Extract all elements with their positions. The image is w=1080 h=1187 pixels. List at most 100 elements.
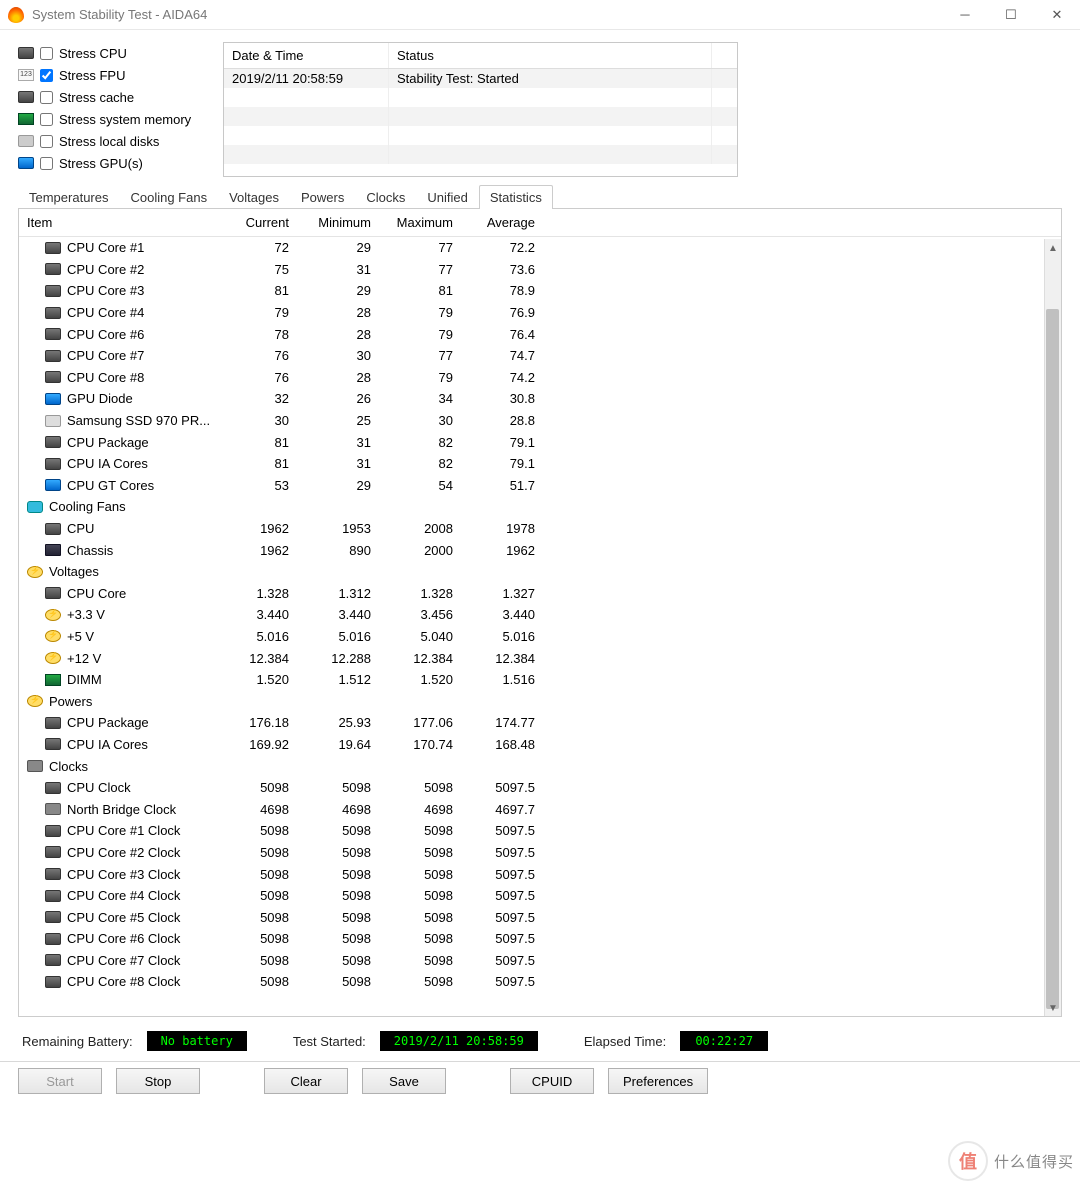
table-row[interactable]: CPU Core #7 Clock 5098 5098 5098 5097.5	[19, 950, 1061, 972]
table-row[interactable]: North Bridge Clock 4698 4698 4698 4697.7	[19, 798, 1061, 820]
row-max: 5098	[379, 888, 461, 903]
table-row[interactable]: CPU Core #2 Clock 5098 5098 5098 5097.5	[19, 842, 1061, 864]
row-min: 31	[297, 456, 379, 471]
row-min: 29	[297, 283, 379, 298]
stop-button[interactable]: Stop	[116, 1068, 200, 1094]
table-row[interactable]: CPU 1962 1953 2008 1978	[19, 518, 1061, 540]
col-avg[interactable]: Average	[461, 209, 543, 236]
row-max: 5098	[379, 974, 461, 989]
stress-option-3[interactable]: Stress system memory	[18, 108, 213, 130]
table-row[interactable]: Chassis 1962 890 2000 1962	[19, 539, 1061, 561]
tab-statistics[interactable]: Statistics	[479, 185, 553, 209]
row-item-label: CPU	[67, 521, 94, 536]
table-row[interactable]: Cooling Fans	[19, 496, 1061, 518]
table-row[interactable]: DIMM 1.520 1.512 1.520 1.516	[19, 669, 1061, 691]
stress-checkbox-4[interactable]	[40, 135, 53, 148]
stress-checkbox-2[interactable]	[40, 91, 53, 104]
table-row[interactable]: CPU GT Cores 53 29 54 51.7	[19, 475, 1061, 497]
log-row[interactable]: 2019/2/11 20:58:59 Stability Test: Start…	[224, 69, 737, 88]
row-item-label: North Bridge Clock	[67, 802, 176, 817]
scrollbar-thumb[interactable]	[1046, 309, 1059, 1009]
row-item: Chassis	[19, 543, 215, 558]
row-item: CPU Core #8 Clock	[19, 974, 215, 989]
row-current: 5098	[215, 888, 297, 903]
preferences-button[interactable]: Preferences	[608, 1068, 708, 1094]
table-row[interactable]: CPU Core 1.328 1.312 1.328 1.327	[19, 583, 1061, 605]
battery-label: Remaining Battery:	[22, 1034, 133, 1049]
tab-voltages[interactable]: Voltages	[218, 185, 290, 209]
app-icon	[8, 7, 24, 23]
table-row[interactable]: Powers	[19, 690, 1061, 712]
table-row[interactable]: CPU Core #4 79 28 79 76.9	[19, 302, 1061, 324]
row-current: 75	[215, 262, 297, 277]
table-row[interactable]: CPU Core #1 Clock 5098 5098 5098 5097.5	[19, 820, 1061, 842]
table-row[interactable]: CPU Core #4 Clock 5098 5098 5098 5097.5	[19, 885, 1061, 907]
row-max: 5098	[379, 953, 461, 968]
stress-option-2[interactable]: Stress cache	[18, 86, 213, 108]
table-row[interactable]: CPU Core #3 Clock 5098 5098 5098 5097.5	[19, 863, 1061, 885]
row-item-label: CPU Core #7 Clock	[67, 953, 180, 968]
row-avg: 74.7	[461, 348, 543, 363]
close-button[interactable]: ✕	[1034, 0, 1080, 30]
row-current: 81	[215, 435, 297, 450]
chip-icon	[45, 717, 61, 729]
table-row[interactable]: CPU Core #8 Clock 5098 5098 5098 5097.5	[19, 971, 1061, 993]
table-row[interactable]: CPU Core #3 81 29 81 78.9	[19, 280, 1061, 302]
scrollbar[interactable]: ▲ ▼	[1044, 239, 1061, 1016]
row-min: 28	[297, 305, 379, 320]
col-max[interactable]: Maximum	[379, 209, 461, 236]
table-row[interactable]: CPU Core #6 Clock 5098 5098 5098 5097.5	[19, 928, 1061, 950]
chip-icon	[45, 954, 61, 966]
save-button[interactable]: Save	[362, 1068, 446, 1094]
col-current[interactable]: Current	[215, 209, 297, 236]
table-row[interactable]: CPU Clock 5098 5098 5098 5097.5	[19, 777, 1061, 799]
tab-clocks[interactable]: Clocks	[355, 185, 416, 209]
tab-unified[interactable]: Unified	[416, 185, 478, 209]
table-row[interactable]: CPU Core #5 Clock 5098 5098 5098 5097.5	[19, 906, 1061, 928]
table-row[interactable]: CPU Core #8 76 28 79 74.2	[19, 367, 1061, 389]
row-item: CPU	[19, 521, 215, 536]
stress-option-0[interactable]: Stress CPU	[18, 42, 213, 64]
stress-option-5[interactable]: Stress GPU(s)	[18, 152, 213, 174]
chip-icon	[45, 328, 61, 340]
stress-option-4[interactable]: Stress local disks	[18, 130, 213, 152]
table-row[interactable]: CPU Core #7 76 30 77 74.7	[19, 345, 1061, 367]
chip-icon	[45, 458, 61, 470]
row-avg: 5097.5	[461, 953, 543, 968]
log-header-date[interactable]: Date & Time	[224, 43, 389, 68]
row-item: +12 V	[19, 651, 215, 666]
row-avg: 73.6	[461, 262, 543, 277]
stress-checkbox-1[interactable]	[40, 69, 53, 82]
table-row[interactable]: CPU Package 81 31 82 79.1	[19, 431, 1061, 453]
log-header-status[interactable]: Status	[389, 43, 712, 68]
col-min[interactable]: Minimum	[297, 209, 379, 236]
table-row[interactable]: +12 V 12.384 12.288 12.384 12.384	[19, 647, 1061, 669]
table-row[interactable]: CPU Core #1 72 29 77 72.2	[19, 237, 1061, 259]
maximize-button[interactable]: ☐	[988, 0, 1034, 30]
start-button[interactable]: Start	[18, 1068, 102, 1094]
stress-option-1[interactable]: 123 Stress FPU	[18, 64, 213, 86]
table-row[interactable]: Samsung SSD 970 PR... 30 25 30 28.8	[19, 410, 1061, 432]
table-row[interactable]: Clocks	[19, 755, 1061, 777]
table-row[interactable]: GPU Diode 32 26 34 30.8	[19, 388, 1061, 410]
minimize-button[interactable]: ─	[942, 0, 988, 30]
tab-powers[interactable]: Powers	[290, 185, 355, 209]
stress-checkbox-0[interactable]	[40, 47, 53, 60]
table-row[interactable]: CPU Package 176.18 25.93 177.06 174.77	[19, 712, 1061, 734]
clear-button[interactable]: Clear	[264, 1068, 348, 1094]
col-item[interactable]: Item	[19, 209, 215, 236]
table-row[interactable]: Voltages	[19, 561, 1061, 583]
table-row[interactable]: CPU Core #6 78 28 79 76.4	[19, 323, 1061, 345]
row-item: CPU Core #1	[19, 240, 215, 255]
tab-temperatures[interactable]: Temperatures	[18, 185, 119, 209]
table-row[interactable]: +5 V 5.016 5.016 5.040 5.016	[19, 626, 1061, 648]
stress-checkbox-5[interactable]	[40, 157, 53, 170]
table-row[interactable]: CPU IA Cores 169.92 19.64 170.74 168.48	[19, 734, 1061, 756]
stress-checkbox-3[interactable]	[40, 113, 53, 126]
cpuid-button[interactable]: CPUID	[510, 1068, 594, 1094]
tab-cooling-fans[interactable]: Cooling Fans	[119, 185, 218, 209]
table-row[interactable]: CPU IA Cores 81 31 82 79.1	[19, 453, 1061, 475]
table-row[interactable]: CPU Core #2 75 31 77 73.6	[19, 259, 1061, 281]
table-row[interactable]: +3.3 V 3.440 3.440 3.456 3.440	[19, 604, 1061, 626]
row-avg: 5097.5	[461, 931, 543, 946]
